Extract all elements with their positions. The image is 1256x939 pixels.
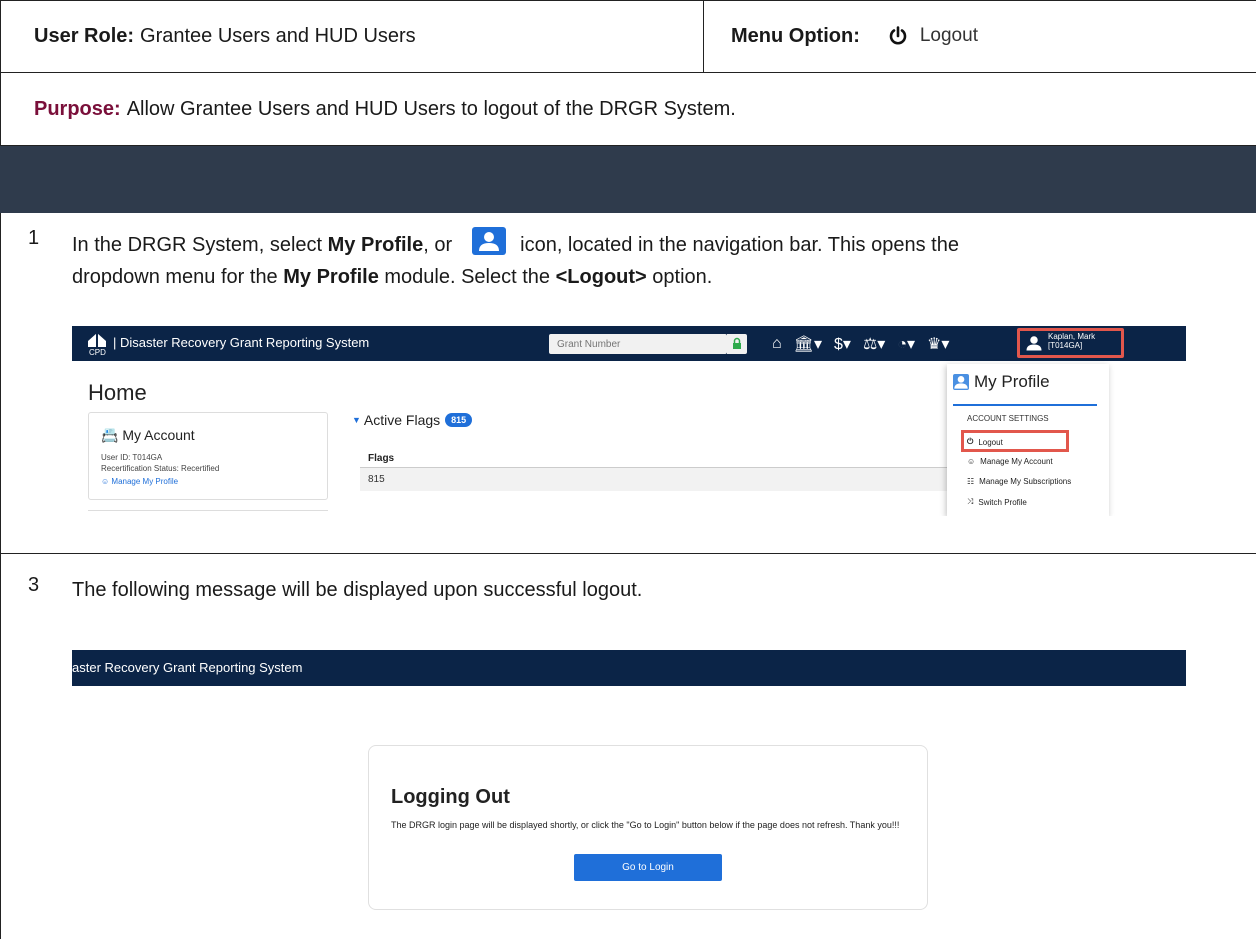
step-number: 3 — [28, 574, 40, 596]
active-flags-label: Active Flags — [363, 412, 441, 428]
user-id: User ID: T014GA — [101, 453, 163, 462]
user-role-label: User Role: — [34, 24, 135, 47]
user-role-cell: User Role: Grantee Users and HUD Users — [0, 0, 704, 72]
svg-text:CPD: CPD — [89, 348, 106, 356]
cpd-logo: CPD — [88, 333, 106, 356]
menu-item-label: Logout — [978, 437, 1003, 447]
step-bold-logout: <Logout> — [555, 266, 647, 288]
purpose-text: Allow Grantee Users and HUD Users to log… — [126, 97, 736, 120]
account-title-text: My Account — [122, 427, 195, 443]
section-band — [0, 146, 1256, 213]
manage-profile-link[interactable]: ☺ Manage My Profile — [101, 477, 178, 486]
menu-option-cell: Menu Option: Logout — [705, 0, 1256, 72]
purpose-row: Purpose: Allow Grantee Users and HUD Use… — [0, 73, 1256, 146]
app-title: aster Recovery Grant Reporting System — [72, 660, 303, 675]
step-bold-my-profile: My Profile — [327, 234, 424, 256]
id-card-icon: 📇 — [101, 427, 119, 443]
step-text-part: module. Select the — [378, 266, 556, 288]
header-row: User Role: Grantee Users and HUD Users M… — [0, 0, 1256, 73]
account-settings-heading: ACCOUNT SETTINGS — [967, 414, 1049, 423]
user-id-line: [T014GA] — [1048, 341, 1083, 350]
divider — [953, 404, 1097, 406]
user-name-line: Kaplan, Mark — [1048, 332, 1096, 341]
menu-option-label: Menu Option: — [731, 24, 860, 47]
shuffle-icon: ⤨ — [967, 497, 974, 506]
scales-icon[interactable]: ⚖▾ — [863, 334, 885, 354]
flags-column-header: Flags — [368, 453, 395, 464]
menu-item-logout[interactable]: ⏻ Logout — [967, 437, 1003, 447]
dropdown-title: My Profile — [953, 372, 1050, 392]
user-cog-icon: ☺ — [967, 457, 976, 466]
bank-icon[interactable]: 🏛▾ — [794, 334, 822, 354]
power-icon — [889, 26, 907, 45]
my-profile-dropdown: My Profile ACCOUNT SETTINGS ⏻ Logout ☺ M… — [947, 364, 1109, 516]
users-icon: ☷ — [967, 477, 975, 486]
recert-status: Recertification Status: Recertified — [101, 464, 220, 473]
card-title: Logging Out — [391, 786, 510, 808]
step-1-text: In the DRGR System, select My Profile, o… — [72, 227, 959, 293]
step-text-part: In the DRGR System, select — [72, 234, 328, 256]
caret-down-icon: ▼ — [352, 415, 361, 425]
menu-item-label: Switch Profile — [978, 497, 1027, 507]
go-to-login-button[interactable]: Go to Login — [574, 854, 722, 881]
grant-number-input[interactable] — [549, 334, 727, 354]
menu-item-label: Manage My Subscriptions — [979, 477, 1072, 486]
card-message: The DRGR login page will be displayed sh… — [391, 820, 900, 830]
my-account-card: 📇 My Account User ID: T014GA Recertifica… — [88, 412, 328, 500]
power-icon: ⏻ — [967, 437, 974, 446]
top-navbar: aster Recovery Grant Reporting System — [72, 650, 1186, 686]
manage-profile-text: Manage My Profile — [111, 477, 179, 486]
drgr-home-screenshot: CPD | Disaster Recovery Grant Reporting … — [72, 326, 1186, 516]
step-1-row: 1 In the DRGR System, select My Profile,… — [0, 213, 1256, 554]
step-text-part: dropdown menu for the — [72, 266, 284, 288]
app-title: | Disaster Recovery Grant Reporting Syst… — [113, 335, 370, 350]
divider — [88, 510, 328, 511]
step-text-part: icon, located in the navigation bar. Thi… — [520, 234, 959, 256]
menu-item-manage-account[interactable]: ☺ Manage My Account — [967, 457, 1053, 466]
flag-count-badge: 815 — [445, 413, 473, 427]
app-title-text: Disaster Recovery Grant Reporting System — [120, 335, 370, 350]
menu-option-text: Logout — [919, 25, 978, 46]
user-profile-icon — [472, 227, 507, 255]
home-icon[interactable]: ⌂ — [772, 335, 782, 353]
menu-item-switch-profile[interactable]: ⤨ Switch Profile — [967, 497, 1027, 507]
user-icon — [953, 374, 969, 390]
menu-item-label: Manage My Account — [980, 457, 1053, 466]
step-3-text: The following message will be displayed … — [72, 579, 643, 601]
logout-screenshot: aster Recovery Grant Reporting System Lo… — [72, 650, 1186, 920]
menu-option-value: Logout — [888, 25, 978, 47]
user-name: Kaplan, Mark [T014GA] — [1048, 332, 1095, 350]
active-flags-header[interactable]: ▼ Active Flags 815 — [352, 412, 473, 428]
purpose-label: Purpose: — [34, 97, 121, 120]
flags-cell: 815 — [360, 468, 950, 491]
step-text-part: , or — [423, 234, 453, 256]
lock-icon[interactable] — [727, 334, 747, 354]
user-role-value: Grantee Users and HUD Users — [140, 24, 416, 47]
step-3-row: 3 The following message will be displaye… — [0, 554, 1256, 939]
dollar-icon[interactable]: $▾ — [834, 334, 851, 354]
logging-out-card: Logging Out The DRGR login page will be … — [368, 745, 928, 910]
menu-item-manage-subscriptions[interactable]: ☷ Manage My Subscriptions — [967, 477, 1071, 486]
nav-icon-group: ⌂ 🏛▾ $▾ ⚖▾ ◔▾ ♛▾ — [772, 333, 949, 355]
top-navbar: CPD | Disaster Recovery Grant Reporting … — [72, 326, 1186, 361]
step-bold-my-profile: My Profile — [283, 266, 379, 288]
step-number: 1 — [28, 227, 40, 249]
user-cog-icon: ☺ — [101, 477, 110, 486]
crown-icon[interactable]: ♛▾ — [927, 334, 949, 354]
user-icon — [1026, 336, 1042, 351]
step-text-part: option. — [646, 266, 713, 288]
pie-chart-icon[interactable]: ◔▾ — [897, 334, 915, 354]
page-title: Home — [88, 380, 147, 405]
account-title: 📇 My Account — [101, 427, 195, 444]
dropdown-title-text: My Profile — [974, 372, 1050, 391]
